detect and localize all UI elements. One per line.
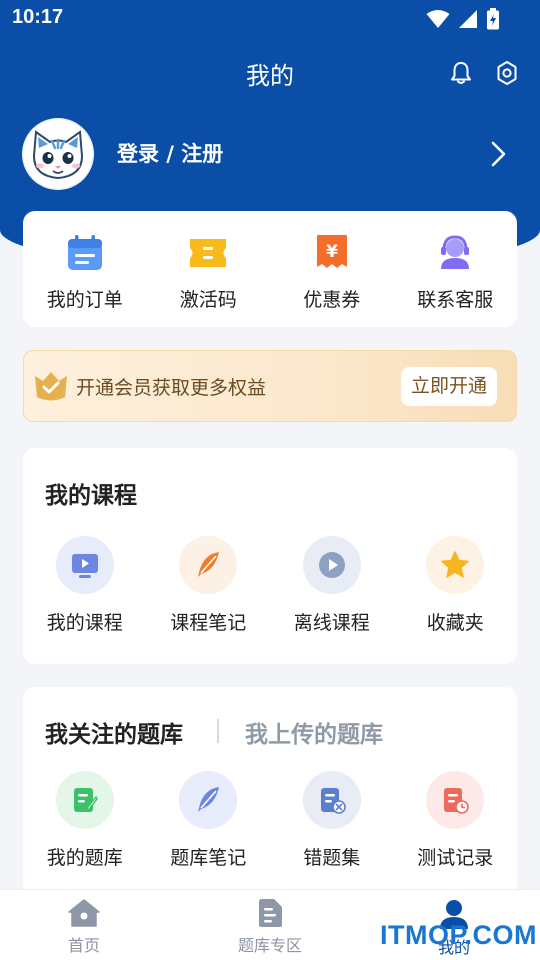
bank-notes-label: 题库笔记: [170, 847, 247, 869]
coupons-button[interactable]: ¥ 优惠券: [270, 211, 394, 312]
document-icon: [259, 899, 282, 927]
my-orders-label: 我的订单: [46, 289, 123, 311]
cat-avatar-icon: [22, 118, 94, 190]
chevron-right-icon: [491, 141, 506, 167]
play-icon: [318, 552, 345, 578]
wrong-answers-label: 错题集: [303, 847, 361, 869]
bank-notes-button[interactable]: 题库笔记: [147, 771, 271, 870]
ticket-icon: [190, 239, 227, 267]
test-records-label: 测试记录: [417, 847, 494, 869]
my-orders-button[interactable]: 我的订单: [23, 211, 147, 312]
my-question-bank-button[interactable]: 我的题库: [23, 771, 147, 870]
customer-service-icon: [441, 235, 470, 269]
course-notes-label: 课程笔记: [170, 612, 247, 634]
wrong-answers-icon: [320, 788, 346, 814]
nav-question-bank-label: 题库专区: [237, 936, 302, 955]
settings-gear-icon[interactable]: [494, 60, 520, 86]
login-register-link[interactable]: 登录 / 注册: [117, 138, 223, 168]
battery-icon: [487, 8, 499, 30]
tab-followed-banks[interactable]: 我关注的题库: [45, 715, 183, 749]
activation-code-label: 激活码: [179, 289, 237, 311]
tab-uploaded-banks[interactable]: 我上传的题库: [245, 715, 383, 749]
my-courses-title: 我的课程: [45, 483, 137, 509]
vip-banner-text: 开通会员获取更多权益: [76, 377, 267, 399]
my-question-bank-label: 我的题库: [46, 847, 123, 869]
test-record-icon: [444, 788, 470, 814]
avatar: [22, 118, 94, 190]
status-bar: 10:17: [0, 0, 540, 36]
status-time: 10:17: [12, 6, 64, 28]
nav-question-bank[interactable]: 题库专区: [215, 898, 325, 956]
edit-document-icon: [73, 788, 98, 812]
coupons-label: 优惠券: [303, 289, 361, 311]
question-bank-card: 我关注的题库 我上传的题库 我的题库 题库笔记 错题集 测试记录: [23, 687, 517, 897]
nav-home-label: 首页: [67, 936, 100, 955]
customer-service-button[interactable]: 联系客服: [394, 211, 518, 312]
customer-service-label: 联系客服: [417, 289, 494, 311]
coupon-yen-icon: ¥: [316, 235, 347, 268]
home-icon: [68, 899, 100, 927]
vip-crown-shield-icon: [35, 372, 67, 401]
watermark: ITMOP.COM: [380, 920, 538, 950]
star-icon: [441, 551, 469, 578]
feather-icon: [198, 787, 220, 812]
test-records-button[interactable]: 测试记录: [394, 771, 518, 870]
my-courses-button[interactable]: 我的课程: [23, 536, 147, 635]
offline-courses-button[interactable]: 离线课程: [270, 536, 394, 635]
nav-home[interactable]: 首页: [29, 898, 139, 956]
vip-membership-banner[interactable]: 开通会员获取更多权益 立即开通: [23, 350, 517, 422]
tab-divider: [217, 719, 219, 743]
course-notes-button[interactable]: 课程笔记: [147, 536, 271, 635]
bell-icon[interactable]: [448, 60, 474, 86]
open-vip-button[interactable]: 立即开通: [401, 367, 497, 406]
svg-text:¥: ¥: [326, 242, 338, 262]
feather-icon: [198, 552, 220, 577]
my-courses-label: 我的课程: [46, 612, 123, 634]
signal-icon: [459, 10, 477, 28]
profile-login-row[interactable]: 登录 / 注册: [22, 118, 522, 190]
activation-code-button[interactable]: 激活码: [147, 211, 271, 312]
favorites-label: 收藏夹: [426, 612, 484, 634]
offline-courses-label: 离线课程: [293, 612, 370, 634]
my-courses-card: 我的课程 我的课程 课程笔记 离线课程 收藏夹: [23, 448, 517, 664]
quick-actions-card: 我的订单 激活码 ¥ 优惠券 联系客服: [23, 211, 517, 327]
calendar-icon: [67, 235, 102, 270]
wrong-answers-button[interactable]: 错题集: [270, 771, 394, 870]
wifi-icon: [426, 10, 450, 28]
video-course-icon: [71, 554, 98, 578]
favorites-button[interactable]: 收藏夹: [394, 536, 518, 635]
status-icons: [426, 8, 500, 30]
